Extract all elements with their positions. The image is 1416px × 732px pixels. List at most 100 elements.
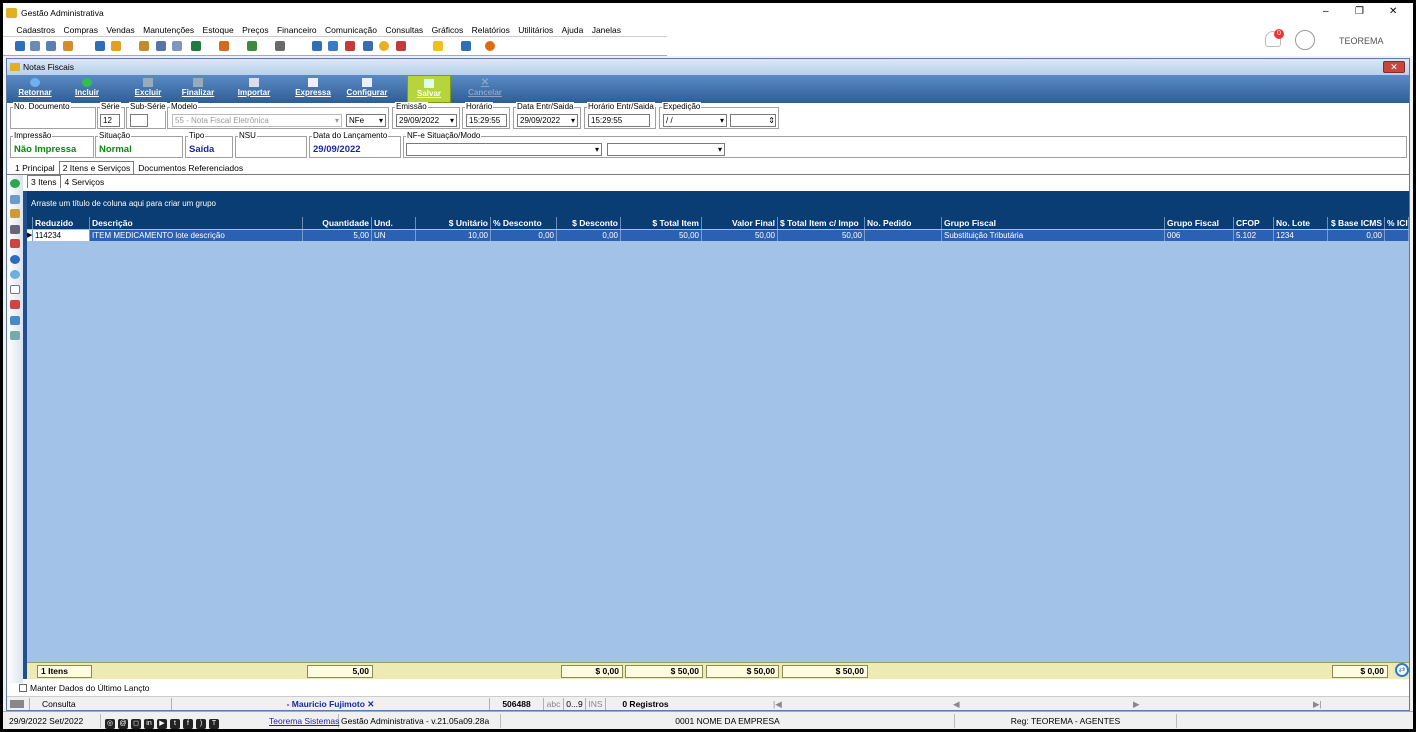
person-icon[interactable] — [139, 41, 149, 51]
doc-icon[interactable] — [95, 41, 105, 51]
col-base-icms[interactable]: $ Base ICMS — [1328, 217, 1385, 229]
tab-principal[interactable]: 1 Principal — [11, 161, 59, 174]
instagram-icon[interactable]: ◻ — [131, 719, 141, 729]
col-unitario[interactable]: $ Unitário — [416, 217, 491, 229]
nfe-modo-select[interactable] — [607, 143, 725, 156]
col-und[interactable]: Und. — [372, 217, 416, 229]
cell-quantidade[interactable]: 5,00 — [303, 230, 372, 241]
menu-utilitarios[interactable]: Utilitários — [515, 23, 556, 37]
cell-grupo-fiscal-1[interactable]: Substituição Tributária — [942, 230, 1165, 241]
menu-comunicacao[interactable]: Comunicação — [322, 23, 380, 37]
calendar-icon[interactable] — [328, 41, 338, 51]
serie-input[interactable]: 12 — [100, 114, 120, 127]
col-perc-desconto[interactable]: % Desconto — [491, 217, 557, 229]
menu-graficos[interactable]: Gráficos — [429, 23, 467, 37]
col-valor-final[interactable]: Valor Final — [702, 217, 778, 229]
horario-input[interactable]: 15:29:55 — [466, 114, 507, 127]
col-reduzido[interactable]: Reduzido — [33, 217, 90, 229]
printer-icon[interactable] — [275, 41, 285, 51]
cell-no-pedido[interactable] — [865, 230, 942, 241]
tipo-nfe-select[interactable]: NFe — [346, 114, 386, 127]
cell-valor-final[interactable]: 50,00 — [702, 230, 778, 241]
col-descricao[interactable]: Descrição — [90, 217, 303, 229]
incluir-button[interactable]: Incluir — [71, 75, 103, 103]
cell-no-lote[interactable]: 1234 — [1274, 230, 1328, 241]
filter-icon[interactable] — [10, 209, 20, 218]
nfe-situacao-select[interactable] — [406, 143, 602, 156]
money-icon[interactable] — [247, 41, 257, 51]
folder-icon[interactable] — [15, 41, 25, 51]
keyboard-icon[interactable] — [10, 700, 24, 708]
document-icon[interactable] — [10, 285, 20, 294]
menu-vendas[interactable]: Vendas — [103, 23, 137, 37]
expedicao-time[interactable]: ⇕ — [730, 114, 776, 127]
menu-manutencoes[interactable]: Manutenções — [140, 23, 197, 37]
coin-icon[interactable] — [379, 41, 389, 51]
calendar-icon[interactable] — [10, 239, 20, 248]
tab-servicos[interactable]: 4 Serviços — [61, 175, 109, 188]
close-button[interactable]: ✕ — [1389, 6, 1397, 17]
menu-relatorios[interactable]: Relatórios — [469, 23, 513, 37]
youtube-icon[interactable]: ▶ — [157, 719, 167, 729]
star-icon[interactable] — [433, 41, 443, 51]
chart-icon[interactable] — [363, 41, 373, 51]
facebook-icon[interactable]: f — [183, 719, 193, 729]
cell-total-impo[interactable]: 50,00 — [778, 230, 865, 241]
users-icon[interactable] — [30, 41, 40, 51]
gear-icon[interactable] — [10, 270, 20, 279]
tab-itens-servicos[interactable]: 2 Itens e Serviços — [58, 161, 135, 174]
avatar-icon[interactable] — [1295, 30, 1315, 50]
cell-unitario[interactable]: 10,00 — [416, 230, 491, 241]
twitter-icon[interactable]: t — [170, 719, 180, 729]
table-icon[interactable] — [345, 41, 355, 51]
col-cfop[interactable]: CFOP — [1234, 217, 1274, 229]
card-icon[interactable] — [46, 41, 56, 51]
col-grupo-fiscal-2[interactable]: Grupo Fiscal — [1165, 217, 1234, 229]
modelo-select[interactable]: 55 - Nota Fiscal Eletrônica — [172, 114, 342, 127]
emissao-date[interactable]: 29/09/2022 — [396, 114, 457, 127]
info-icon[interactable] — [10, 255, 20, 264]
menu-estoque[interactable]: Estoque — [200, 23, 237, 37]
cell-cfop[interactable]: 5.102 — [1234, 230, 1274, 241]
add-item-icon[interactable] — [10, 179, 20, 188]
nav-last-button[interactable]: ▶| — [1313, 698, 1333, 710]
support-icon[interactable]: ◎ — [105, 719, 115, 729]
tab-documentos-referenciados[interactable]: Documentos Referenciados — [134, 161, 247, 174]
col-no-lote[interactable]: No. Lote — [1274, 217, 1328, 229]
cancelar-button[interactable]: ✕ Cancelar — [465, 75, 505, 103]
importar-button[interactable]: Importar — [232, 75, 276, 103]
retornar-button[interactable]: Retornar — [13, 75, 57, 103]
cell-reduzido[interactable]: 114234 — [33, 230, 90, 241]
swap-icon[interactable]: ⇄ — [1395, 663, 1409, 677]
sub-serie-input[interactable] — [130, 114, 148, 127]
list-icon[interactable] — [63, 41, 73, 51]
finalizar-button[interactable]: Finalizar — [177, 75, 219, 103]
cell-desconto[interactable]: 0,00 — [557, 230, 621, 241]
manter-dados-checkbox[interactable]: Manter Dados do Último Lançto — [19, 683, 150, 693]
book-icon[interactable] — [10, 300, 20, 309]
cart-icon[interactable] — [191, 41, 201, 51]
linkedin-icon[interactable]: in — [144, 719, 154, 729]
col-no-pedido[interactable]: No. Pedido — [865, 217, 942, 229]
configurar-button[interactable]: Configurar — [343, 75, 391, 103]
report-icon[interactable] — [396, 41, 406, 51]
salvar-button[interactable]: Salvar — [407, 75, 451, 103]
cell-perc-desconto[interactable]: 0,00 — [491, 230, 557, 241]
package-icon[interactable] — [219, 41, 229, 51]
email-icon[interactable]: @ — [118, 719, 128, 729]
teorema-link[interactable]: Teorema Sistemas — [269, 714, 339, 728]
nav-prev-button[interactable]: ◀ — [953, 698, 973, 710]
form-close-button[interactable]: ✕ — [1383, 61, 1405, 73]
excluir-button[interactable]: Excluir — [132, 75, 164, 103]
col-perc-icms[interactable]: % ICI — [1385, 217, 1409, 229]
menu-precos[interactable]: Preços — [239, 23, 271, 37]
nav-first-button[interactable]: |◀ — [773, 698, 793, 710]
calculator-icon[interactable] — [312, 41, 322, 51]
info-icon[interactable] — [461, 41, 471, 51]
expressa-button[interactable]: Expressa — [293, 75, 333, 103]
grid-config-icon[interactable] — [10, 195, 20, 204]
col-desconto[interactable]: $ Desconto — [557, 217, 621, 229]
power-icon[interactable] — [485, 41, 495, 51]
table-icon[interactable] — [10, 316, 20, 325]
col-quantidade[interactable]: Quantidade — [303, 217, 372, 229]
